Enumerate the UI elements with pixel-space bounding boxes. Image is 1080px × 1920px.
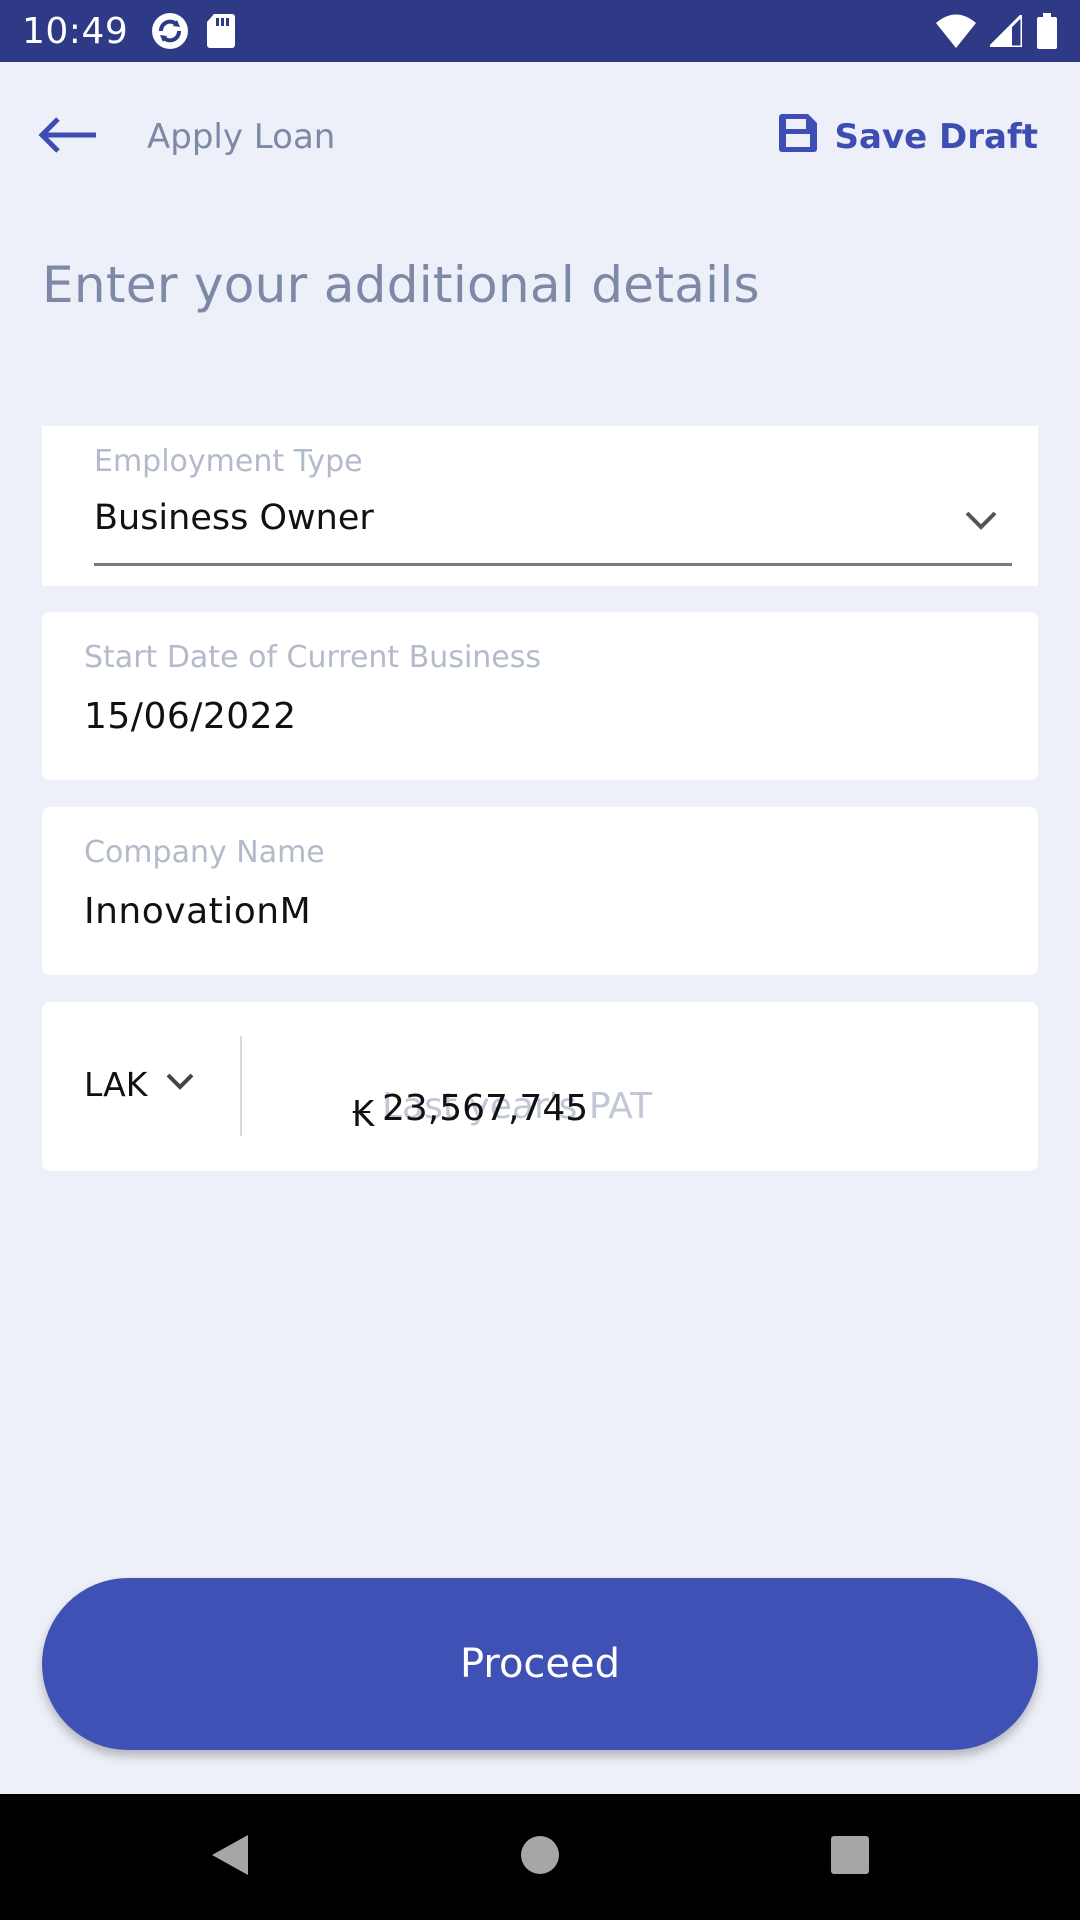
start-date-label: Start Date of Current Business xyxy=(84,640,542,675)
status-bar: 10:49 xyxy=(0,0,1080,62)
start-date-value: 15/06/2022 xyxy=(84,696,297,737)
save-draft-button[interactable]: Save Draft xyxy=(778,110,1038,164)
company-name-label: Company Name xyxy=(84,835,325,870)
start-date-card: Start Date of Current Business 15/06/202… xyxy=(42,612,1038,780)
currency-divider xyxy=(240,1036,242,1136)
status-time: 10:49 xyxy=(22,10,129,52)
cellular-signal-icon xyxy=(990,15,1022,47)
company-name-field[interactable]: Company Name InnovationM xyxy=(84,807,1004,975)
header-title: Apply Loan xyxy=(147,117,336,157)
start-date-field[interactable]: Start Date of Current Business 15/06/202… xyxy=(84,612,1004,780)
battery-icon xyxy=(1036,13,1058,49)
chevron-down-icon xyxy=(964,510,998,536)
employment-type-value: Business Owner xyxy=(94,498,374,538)
save-draft-label: Save Draft xyxy=(834,117,1038,157)
circle-home-icon xyxy=(520,1835,560,1879)
page-heading: Enter your additional details xyxy=(42,256,760,314)
back-button[interactable] xyxy=(38,112,114,162)
last-year-pat-input[interactable]: Last year's PAT ₭ 23,567,745 xyxy=(312,1042,1012,1152)
wifi-icon xyxy=(936,14,976,48)
currency-dropdown[interactable]: LAK xyxy=(84,1052,214,1116)
status-right-icons xyxy=(936,13,1058,49)
currency-code: LAK xyxy=(84,1064,148,1104)
employment-type-dropdown[interactable]: Employment Type Business Owner xyxy=(94,426,1012,566)
employment-type-card: Employment Type Business Owner xyxy=(42,426,1038,586)
arrow-left-icon xyxy=(38,115,98,159)
floppy-disk-icon xyxy=(778,113,817,161)
company-name-value: InnovationM xyxy=(84,891,312,932)
last-year-pat-value: 23,567,745 xyxy=(382,1088,589,1129)
sd-card-icon xyxy=(206,14,236,48)
square-recents-icon xyxy=(830,1835,870,1879)
employment-type-label: Employment Type xyxy=(94,444,363,479)
status-left-icons xyxy=(150,11,236,51)
sync-app-icon xyxy=(150,11,190,51)
chevron-down-icon xyxy=(165,1072,195,1096)
nav-back-button[interactable] xyxy=(190,1794,270,1920)
nav-recents-button[interactable] xyxy=(810,1794,890,1920)
nav-home-button[interactable] xyxy=(500,1794,580,1920)
navigation-bar xyxy=(0,1794,1080,1920)
currency-symbol: ₭ xyxy=(352,1094,375,1135)
triangle-back-icon xyxy=(210,1833,250,1881)
proceed-button[interactable]: Proceed xyxy=(42,1578,1038,1750)
last-year-pat-card: LAK Last year's PAT ₭ 23,567,745 xyxy=(42,1002,1038,1171)
company-name-card: Company Name InnovationM xyxy=(42,807,1038,975)
